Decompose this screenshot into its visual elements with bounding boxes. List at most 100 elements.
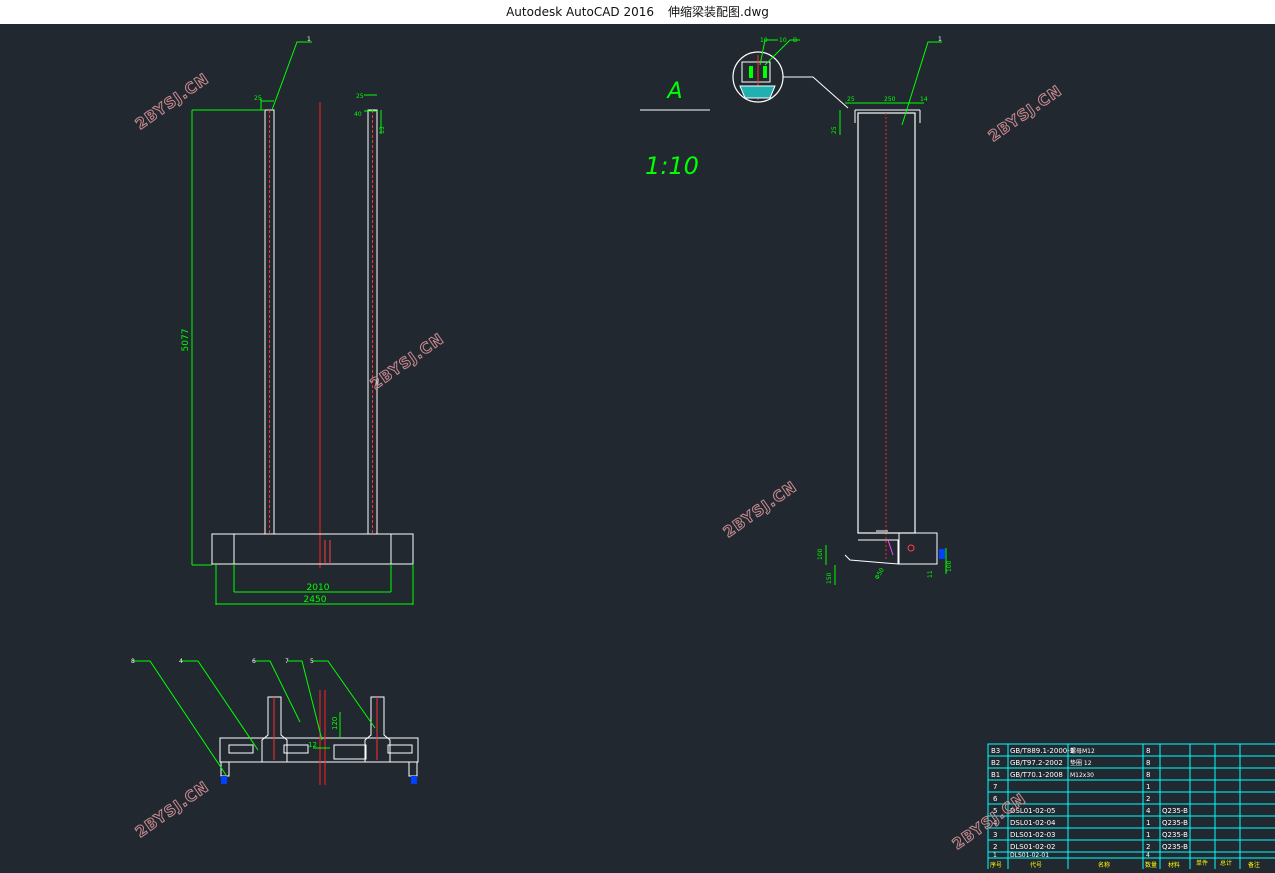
plan-leader-4 <box>288 660 323 741</box>
svg-text:序号: 序号 <box>990 861 1002 869</box>
svg-text:DLS01-02-03: DLS01-02-03 <box>1010 831 1056 839</box>
svg-text:备注: 备注 <box>1248 861 1260 869</box>
plan-leader-3 <box>255 660 301 723</box>
bom-row: 4 DSL01-02-04 1 Q235-B <box>993 819 1188 827</box>
watermarks: 2BYSJ.CN 2BYSJ.CN 2BYSJ.CN 2BYSJ.CN 2BYS… <box>131 69 1065 854</box>
inner-width-dimension-text: 2010 <box>307 583 330 593</box>
window-title-bar: Autodesk AutoCAD 2016 伸缩梁装配图.dwg <box>0 0 1275 24</box>
height-dimension-text: 5077 <box>181 329 191 352</box>
bom-row: 3 DLS01-02-03 1 Q235-B <box>993 831 1188 839</box>
bom-row: B3 GB/T889.1-2000-1 螺母M12 8 <box>991 747 1150 755</box>
svg-text:GB/T97.2-2002: GB/T97.2-2002 <box>1010 759 1063 767</box>
bom-text: B3 GB/T889.1-2000-1 螺母M12 8 B2 GB/T97.2-… <box>990 747 1260 869</box>
outer-width-dimension-text: 2450 <box>304 595 327 605</box>
svg-text:单件: 单件 <box>1196 859 1208 867</box>
side-bottom-dim-3: 100 <box>946 560 953 572</box>
svg-text:2: 2 <box>1146 795 1150 803</box>
front-top-dim-2: 25 <box>356 93 364 100</box>
svg-text:DLS01-02-02: DLS01-02-02 <box>1010 843 1056 851</box>
bom-row: B1 GB/T70.1-2008 M12x30 8 <box>991 771 1150 779</box>
side-view: 25 250 14 25 1 100 150 100 Φ50 11 <box>817 36 953 585</box>
file-name: 伸缩梁装配图.dwg <box>668 5 769 19</box>
svg-text:数量: 数量 <box>1145 861 1157 869</box>
svg-text:Q235-B: Q235-B <box>1162 843 1188 851</box>
svg-text:4: 4 <box>179 658 183 665</box>
bom-row: B2 GB/T97.2-2002 垫圈 12 8 <box>991 759 1150 767</box>
svg-text:7: 7 <box>285 658 289 665</box>
svg-text:1: 1 <box>1146 819 1150 827</box>
svg-text:1: 1 <box>993 852 997 859</box>
drawing-svg[interactable]: 5077 2010 2450 25 25 40 13 1 A 1:10 10 1… <box>0 24 1275 871</box>
bom-header: 序号 代号 名称 数量 材料 单件 总计 备注 <box>990 859 1260 869</box>
svg-text:M12x30: M12x30 <box>1070 772 1094 779</box>
svg-text:B1: B1 <box>991 771 1000 779</box>
svg-text:5: 5 <box>310 658 314 665</box>
watermark: 2BYSJ.CN <box>132 777 212 841</box>
svg-text:8: 8 <box>1146 759 1150 767</box>
detail-label: A 1:10 <box>640 79 710 180</box>
svg-text:螺母M12: 螺母M12 <box>1070 747 1095 755</box>
side-bottom-dim-2: 150 <box>826 572 833 584</box>
plan-view: 120 12 8 4 6 7 5 <box>131 658 419 785</box>
svg-text:名称: 名称 <box>1098 861 1110 869</box>
plan-leader-5 <box>313 660 376 729</box>
svg-text:2: 2 <box>1146 843 1150 851</box>
svg-text:7: 7 <box>993 783 997 791</box>
svg-text:10: 10 <box>779 37 787 44</box>
side-right-dim: 11 <box>927 570 934 578</box>
svg-text:Q235-B: Q235-B <box>1162 831 1188 839</box>
plan-dim-2: 12 <box>308 741 317 749</box>
svg-text:1: 1 <box>307 36 311 43</box>
svg-text:8: 8 <box>131 658 135 665</box>
front-top-dim-4: 13 <box>379 126 386 134</box>
svg-text:1: 1 <box>1146 831 1150 839</box>
svg-text:代号: 代号 <box>1030 861 1042 869</box>
side-top-dim-3: 14 <box>920 96 928 103</box>
svg-text:6: 6 <box>252 658 256 665</box>
svg-text:DLS01-02-01: DLS01-02-01 <box>1010 852 1049 859</box>
svg-text:材料: 材料 <box>1168 861 1180 869</box>
side-bottom-dim-1: 100 <box>817 548 824 560</box>
detail-scale: 1:10 <box>645 152 699 180</box>
detail-letter: A <box>665 79 682 104</box>
front-base <box>211 533 414 565</box>
svg-text:垫圈 12: 垫圈 12 <box>1070 759 1092 767</box>
svg-text:Q235-B: Q235-B <box>1162 807 1188 815</box>
svg-text:B2: B2 <box>991 759 1000 767</box>
side-left-dim: 25 <box>831 126 838 134</box>
side-top-dim-1: 25 <box>847 96 855 103</box>
svg-text:总计: 总计 <box>1220 859 1232 867</box>
svg-text:10: 10 <box>760 37 768 44</box>
side-diameter: Φ50 <box>874 567 886 581</box>
svg-text:8: 8 <box>1146 771 1150 779</box>
svg-text:8: 8 <box>1146 747 1150 755</box>
svg-text:4: 4 <box>1146 852 1150 859</box>
svg-text:2: 2 <box>993 843 997 851</box>
detail-callout-line <box>783 76 849 109</box>
front-top-dim-1: 25 <box>254 95 262 102</box>
svg-text:B: B <box>793 37 797 44</box>
svg-text:1: 1 <box>938 36 942 43</box>
watermark: 2BYSJ.CN <box>720 477 800 541</box>
plan-dim-1: 120 <box>331 717 339 730</box>
watermark: 2BYSJ.CN <box>132 69 212 133</box>
svg-text:GB/T70.1-2008: GB/T70.1-2008 <box>1010 771 1063 779</box>
svg-text:3: 3 <box>993 831 997 839</box>
svg-text:Q235-B: Q235-B <box>1162 819 1188 827</box>
front-top-dim-3: 40 <box>354 111 362 118</box>
bom-row: 7 1 <box>993 783 1150 791</box>
svg-text:GB/T889.1-2000-1: GB/T889.1-2000-1 <box>1010 747 1074 755</box>
watermark: 2BYSJ.CN <box>985 81 1065 145</box>
plan-leader-1 <box>134 660 227 776</box>
svg-text:B3: B3 <box>991 747 1000 755</box>
app-title: Autodesk AutoCAD 2016 <box>506 5 655 19</box>
watermark: 2BYSJ.CN <box>367 329 447 393</box>
plan-leader-2 <box>182 660 259 751</box>
svg-text:4: 4 <box>1146 807 1151 815</box>
svg-text:1: 1 <box>1146 783 1150 791</box>
drawing-canvas[interactable]: 5077 2010 2450 25 25 40 13 1 A 1:10 10 1… <box>0 24 1275 871</box>
svg-text:DSL01-02-04: DSL01-02-04 <box>1010 819 1056 827</box>
svg-text:6: 6 <box>993 795 998 803</box>
side-top-dim-2: 250 <box>884 96 896 103</box>
bom-row: 2 DLS01-02-02 2 Q235-B <box>993 843 1188 851</box>
